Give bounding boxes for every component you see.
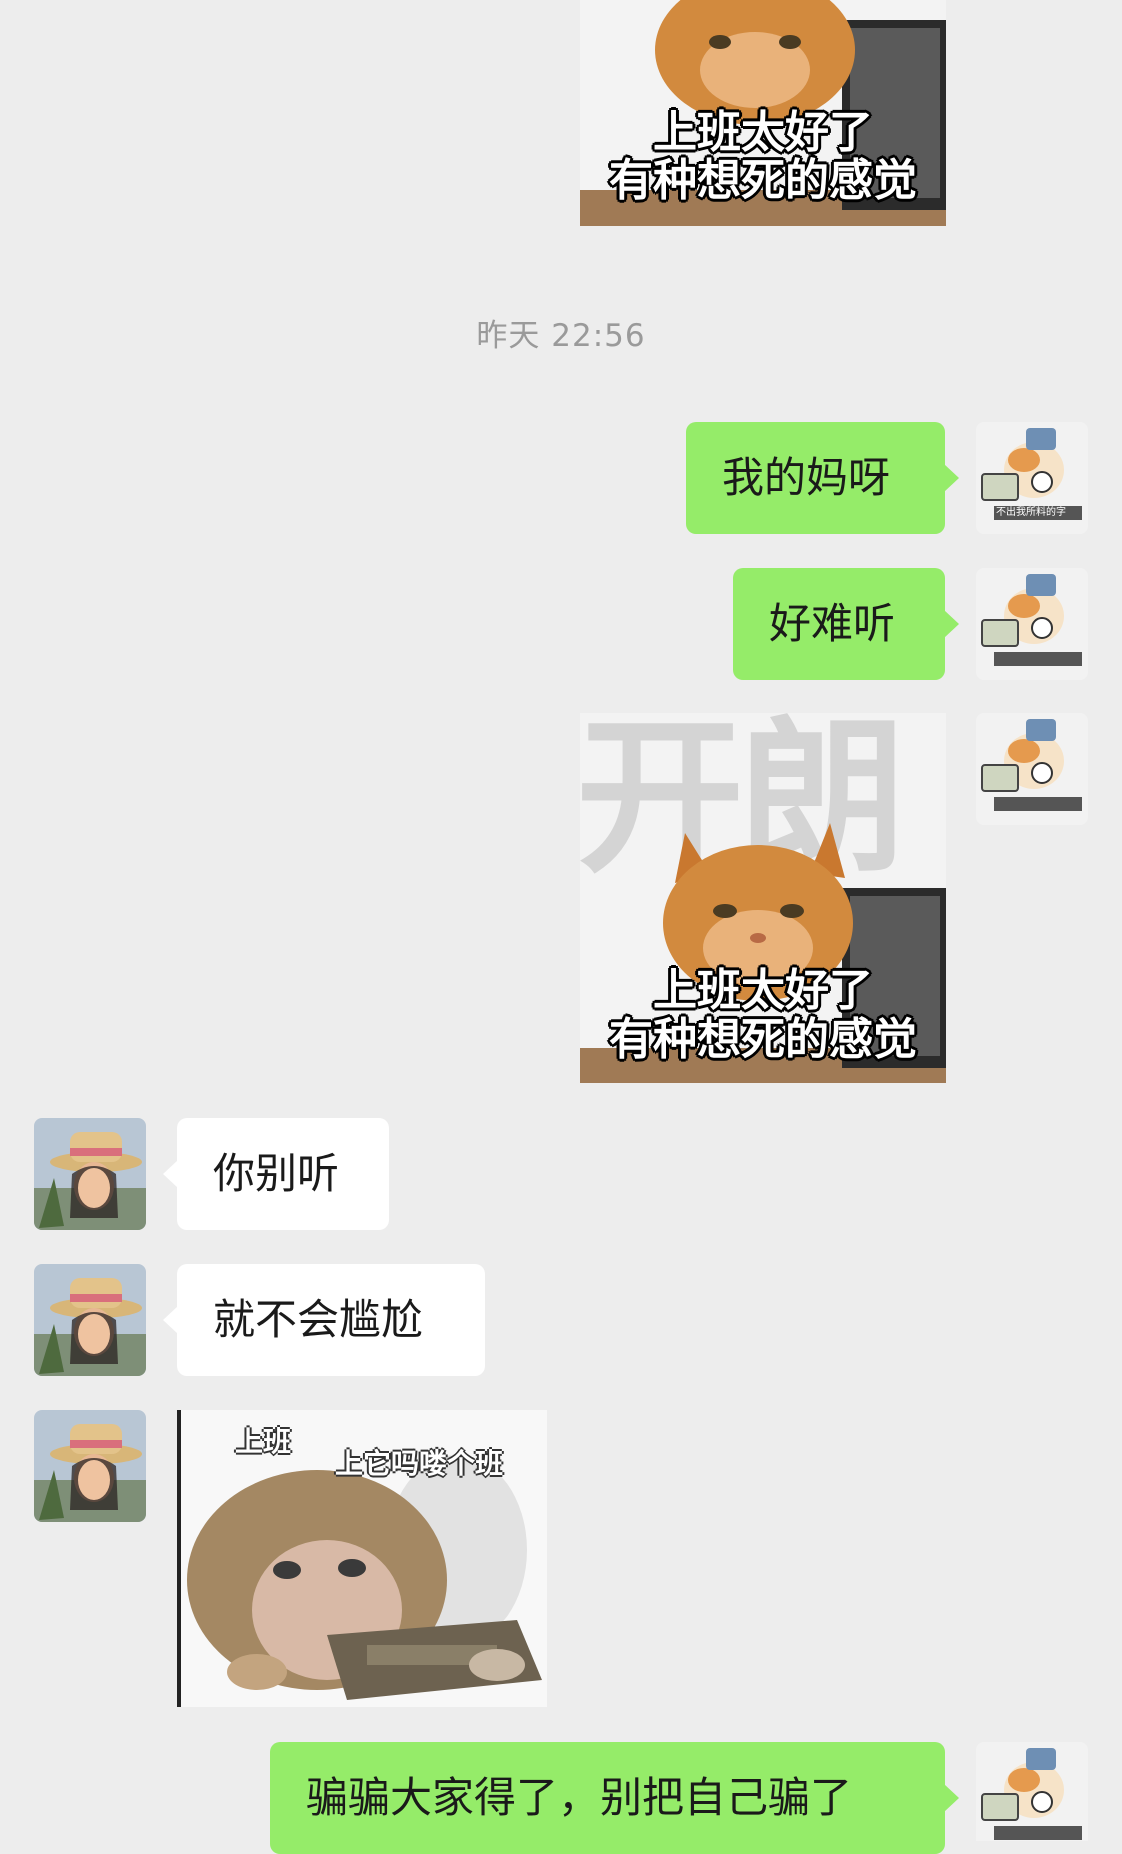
cat-sticker-top[interactable]: 上班太好了 有种想死的感觉 bbox=[580, 0, 946, 226]
self-avatar[interactable] bbox=[976, 713, 1088, 825]
message-bubble-incoming[interactable]: 你别听 bbox=[163, 1118, 389, 1230]
cat-caption-line2: 有种想死的感觉 bbox=[609, 155, 917, 206]
self-avatar[interactable] bbox=[976, 568, 1088, 680]
message-bubble-outgoing[interactable]: 骗骗大家得了，别把自己骗了 bbox=[270, 1742, 959, 1854]
message-bubble-incoming[interactable]: 就不会尴尬 bbox=[163, 1264, 485, 1376]
hamster-avatar-icon bbox=[976, 713, 1088, 825]
message-text: 就不会尴尬 bbox=[213, 1295, 424, 1344]
message-text: 我的妈呀 bbox=[722, 453, 891, 502]
message-bubble-outgoing[interactable]: 好难听 bbox=[733, 568, 959, 680]
girl-hat-avatar-icon bbox=[34, 1118, 146, 1230]
cat-sticker[interactable]: 开朗 上班太好了 有种想死的感觉 bbox=[580, 713, 946, 1083]
self-avatar[interactable]: 不出我所料的字 bbox=[976, 422, 1088, 534]
message-text: 好难听 bbox=[769, 599, 896, 648]
girl-hat-avatar-icon bbox=[34, 1264, 146, 1376]
self-avatar[interactable] bbox=[976, 1742, 1088, 1841]
cat-caption-line2: 有种想死的感觉 bbox=[609, 1014, 917, 1065]
contact-avatar[interactable] bbox=[34, 1118, 146, 1230]
hamster-avatar-icon bbox=[976, 568, 1088, 680]
cat-caption-line1: 上班太好了 bbox=[653, 965, 873, 1016]
message-bubble-outgoing[interactable]: 我的妈呀 bbox=[686, 422, 959, 534]
cat-caption-line1: 上班太好了 bbox=[653, 107, 873, 158]
chat-timestamp: 昨天 22:56 bbox=[476, 318, 646, 354]
monkey-caption-left: 上班 bbox=[235, 1425, 292, 1458]
contact-avatar[interactable] bbox=[34, 1410, 146, 1522]
monkey-caption-right: 上它吗喽个班 bbox=[335, 1447, 504, 1480]
avatar-caption: 不出我所料的字 bbox=[996, 507, 1066, 518]
contact-avatar[interactable] bbox=[34, 1264, 146, 1376]
monkey-sticker[interactable]: 上班 上它吗喽个班 bbox=[177, 1410, 547, 1707]
message-text: 你别听 bbox=[213, 1149, 340, 1198]
girl-hat-avatar-icon bbox=[34, 1410, 146, 1522]
hamster-avatar-icon bbox=[976, 1742, 1088, 1841]
message-text: 骗骗大家得了，别把自己骗了 bbox=[306, 1773, 853, 1822]
